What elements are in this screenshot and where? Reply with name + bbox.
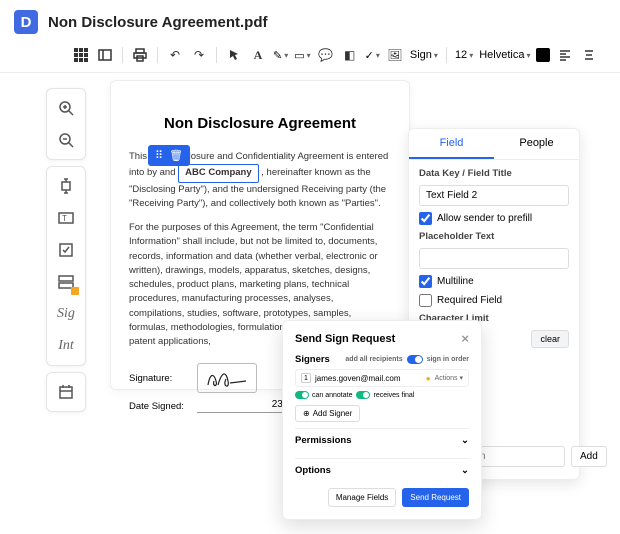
multiline-label: Multiline	[437, 276, 474, 287]
close-icon[interactable]: ×	[461, 331, 469, 346]
checkbox-field-icon[interactable]	[51, 235, 81, 265]
required-label: Required Field	[437, 295, 502, 306]
tab-people[interactable]: People	[494, 129, 579, 159]
allow-prefill-label: Allow sender to prefill	[437, 213, 532, 224]
font-family-dropdown[interactable]: Helvetica▾	[479, 49, 530, 61]
move-icon[interactable]: ⠿	[155, 149, 163, 162]
pointer-icon[interactable]	[225, 46, 243, 64]
align-left-icon[interactable]	[556, 46, 574, 64]
redo-icon[interactable]: ↷	[190, 46, 208, 64]
signer-actions-dropdown[interactable]: Actions ▾	[435, 374, 463, 382]
textarea-field-icon[interactable]: T	[51, 203, 81, 233]
check-tool[interactable]: ✓▾	[365, 49, 380, 62]
eraser-icon[interactable]: ◧	[341, 46, 359, 64]
options-accordion[interactable]: Options⌄	[295, 458, 469, 482]
initials-field-icon[interactable]: Int	[51, 331, 81, 361]
doc-heading: Non Disclosure Agreement	[129, 115, 391, 132]
can-annotate-label: can annotate	[312, 392, 352, 399]
ssr-title: Send Sign Request	[295, 333, 395, 345]
tab-field[interactable]: Field	[409, 129, 494, 159]
panel-icon[interactable]	[96, 46, 114, 64]
company-text-field[interactable]: ABC Company	[178, 164, 259, 182]
add-all-label: add all recipients	[345, 356, 402, 363]
send-sign-request-modal: Send Sign Request × Signers add all reci…	[282, 320, 482, 520]
document-title: Non Disclosure Agreement.pdf	[48, 14, 267, 31]
color-swatch[interactable]	[536, 48, 550, 62]
can-annotate-toggle[interactable]	[295, 391, 309, 399]
date-signed-label: Date Signed:	[129, 401, 189, 412]
signer-order-handle[interactable]: 1	[301, 373, 311, 383]
plus-icon: ⊕	[303, 409, 310, 418]
comment-icon[interactable]: 💬	[317, 46, 335, 64]
data-key-label: Data Key / Field Title	[419, 168, 569, 179]
manage-fields-button[interactable]: Manage Fields	[328, 488, 396, 507]
add-signer-button[interactable]: ⊕Add Signer	[295, 405, 360, 422]
signature-box[interactable]	[197, 363, 257, 393]
undo-icon[interactable]: ↶	[166, 46, 184, 64]
brush-tool[interactable]: ✎▾	[273, 49, 288, 62]
svg-text:T: T	[62, 214, 67, 223]
clear-button[interactable]: clear	[531, 330, 569, 348]
signer-email: james.goven@mail.com	[315, 374, 422, 383]
signature-field-icon[interactable]: Sig	[51, 299, 81, 329]
text-field-icon[interactable]	[51, 171, 81, 201]
delete-icon[interactable]: 🗑	[169, 149, 183, 162]
toolbar: ↶ ↷ A ✎▾ ▭▾ 💬 ◧ ✓▾ 🖼 Sign▾ 12▾ Helvetica…	[0, 42, 620, 73]
add-button[interactable]: Add	[571, 446, 607, 467]
placeholder-text-label: Placeholder Text	[419, 231, 569, 242]
font-family-value: Helvetica	[479, 49, 524, 61]
side-toolbox: T Sig Int	[46, 88, 86, 412]
app-logo: D	[14, 10, 38, 34]
zoom-out-icon[interactable]	[51, 125, 81, 155]
field-drag-handle[interactable]: ⠿ 🗑	[148, 145, 190, 166]
dropdown-field-icon[interactable]	[51, 267, 81, 297]
sign-in-order-label: sign in order	[427, 356, 469, 363]
receives-final-toggle[interactable]	[356, 391, 370, 399]
zoom-in-icon[interactable]	[51, 93, 81, 123]
signer-row: 1 james.goven@mail.com ● Actions ▾	[295, 369, 469, 387]
sign-label: Sign	[410, 49, 432, 61]
shape-tool[interactable]: ▭▾	[294, 49, 310, 62]
print-icon[interactable]	[131, 46, 149, 64]
data-key-input[interactable]	[419, 185, 569, 206]
allow-prefill-checkbox[interactable]	[419, 212, 432, 225]
sign-in-order-toggle[interactable]	[407, 355, 423, 364]
permissions-accordion[interactable]: Permissions⌄	[295, 428, 469, 452]
signer-status-dot: ●	[426, 374, 431, 383]
sign-dropdown[interactable]: Sign▾	[410, 49, 438, 61]
text-tool-icon[interactable]: A	[249, 46, 267, 64]
date-field-icon[interactable]	[51, 377, 81, 407]
placeholder-text-input[interactable]	[419, 248, 569, 269]
chevron-down-icon: ⌄	[461, 435, 469, 446]
required-checkbox[interactable]	[419, 294, 432, 307]
grid-icon[interactable]	[72, 46, 90, 64]
signers-heading: Signers	[295, 354, 330, 365]
align-vert-icon[interactable]	[580, 46, 598, 64]
font-size-value: 12	[455, 49, 467, 61]
image-icon[interactable]: 🖼	[386, 46, 404, 64]
chevron-down-icon: ⌄	[461, 465, 469, 476]
receives-final-label: receives final	[373, 392, 414, 399]
signature-label: Signature:	[129, 373, 189, 384]
header-bar: D Non Disclosure Agreement.pdf	[0, 0, 620, 42]
send-request-button[interactable]: Send Request	[402, 488, 469, 507]
multiline-checkbox[interactable]	[419, 275, 432, 288]
font-size-dropdown[interactable]: 12▾	[455, 49, 473, 61]
